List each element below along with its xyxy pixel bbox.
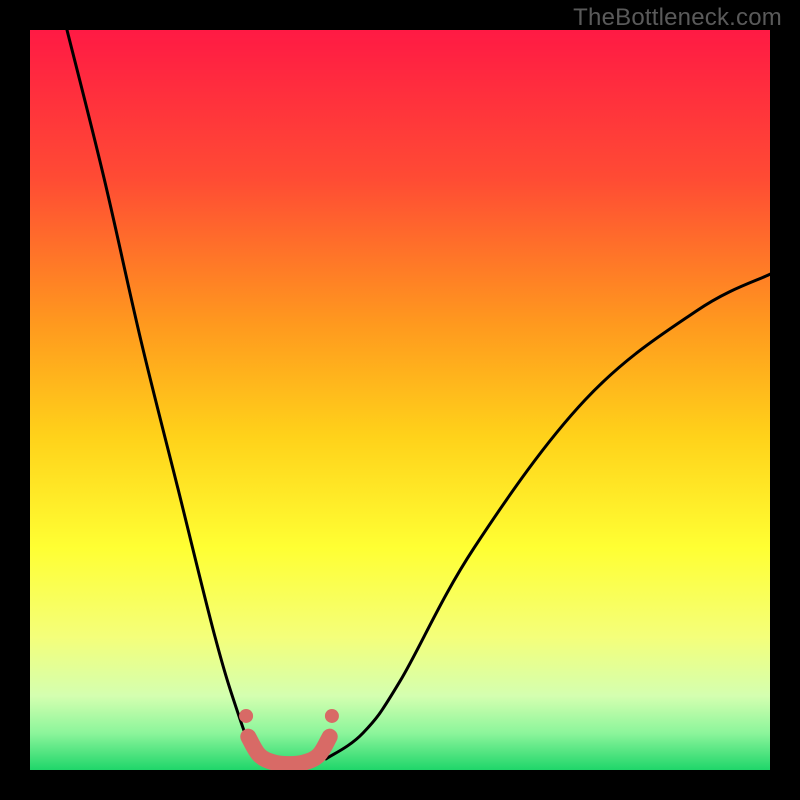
- trough-marker-dot-right: [325, 709, 339, 723]
- watermark-text: TheBottleneck.com: [573, 4, 782, 32]
- gradient-background: [30, 30, 770, 770]
- bottleneck-curve-chart: [30, 30, 770, 770]
- trough-marker-dot-left: [239, 709, 253, 723]
- plot-area: [30, 30, 770, 770]
- chart-frame: TheBottleneck.com: [0, 0, 800, 800]
